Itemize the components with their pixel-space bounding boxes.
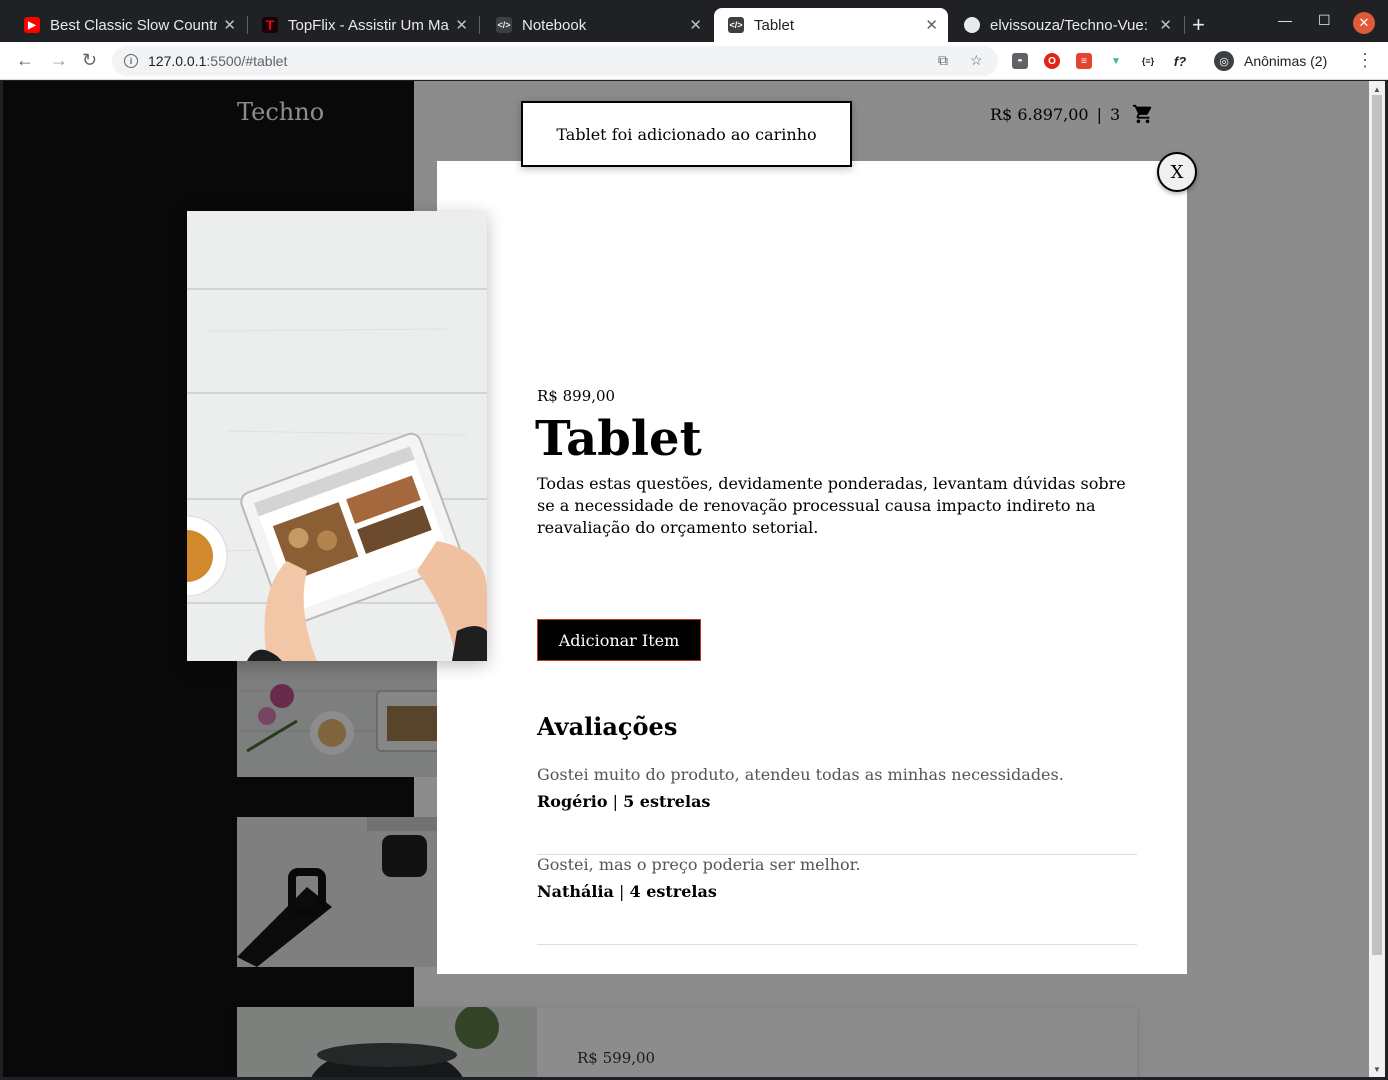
tab-title: Tablet	[754, 16, 795, 34]
site-info-icon[interactable]: i	[124, 54, 138, 68]
topflix-icon: T	[262, 17, 278, 33]
extension-json-icon[interactable]: {≡}	[1140, 53, 1156, 69]
cart-toast-notification: Tablet foi adicionado ao carinho	[521, 101, 852, 167]
review-stars: 4 estrelas	[629, 882, 717, 901]
scroll-down-icon[interactable]: ▼	[1373, 1065, 1381, 1074]
tab-close-icon[interactable]: ✕	[455, 16, 468, 34]
tab-youtube[interactable]: ▶ Best Classic Slow Country ✕	[10, 8, 246, 42]
tab-title: Best Classic Slow Country	[50, 16, 218, 34]
tab-close-icon[interactable]: ✕	[689, 16, 702, 34]
review-text: Gostei, mas o preço poderia ser melhor.	[537, 855, 861, 874]
tab-strip: ▶ Best Classic Slow Country ✕ T TopFlix …	[0, 0, 1388, 42]
extension-opera-icon[interactable]: O	[1044, 53, 1060, 69]
review-item: Gostei muito do produto, atendeu todas a…	[537, 765, 1137, 855]
code-icon: </>	[728, 17, 744, 33]
window-border	[0, 81, 3, 1080]
profile-button[interactable]: ◎ Anônimas (2)	[1208, 47, 1337, 75]
tab-close-icon[interactable]: ✕	[925, 16, 938, 34]
tab-title: TopFlix - Assistir Um Mal	[288, 16, 450, 34]
extension-whatfont-icon[interactable]: f?	[1172, 53, 1188, 69]
url-path: :5500/#tablet	[206, 53, 288, 69]
github-icon	[964, 17, 980, 33]
tab-title: Notebook	[522, 16, 587, 34]
address-bar[interactable]: i 127.0.0.1 :5500/#tablet ⧉ ☆	[112, 46, 998, 76]
review-name: Rogério	[537, 792, 608, 811]
tab-github[interactable]: elvissouza/Techno-Vue: ✕	[950, 8, 1182, 42]
review-name: Nathália	[537, 882, 614, 901]
tab-tablet[interactable]: </> Tablet ✕	[714, 8, 948, 42]
page-scrollbar[interactable]: ▲ ▼	[1369, 81, 1385, 1077]
product-title: Tablet	[535, 411, 702, 467]
modal-close-button[interactable]: X	[1157, 152, 1197, 192]
browser-toolbar: ← → ↻ i 127.0.0.1 :5500/#tablet ⧉ ☆ ◓ O …	[0, 42, 1388, 80]
tab-notebook[interactable]: </> Notebook ✕	[482, 8, 712, 42]
scroll-up-icon[interactable]: ▲	[1373, 85, 1381, 94]
extension-incognito-icon[interactable]: ◓	[1012, 53, 1028, 69]
tab-divider	[1184, 16, 1185, 34]
tab-topflix[interactable]: T TopFlix - Assistir Um Mal ✕	[248, 8, 478, 42]
tab-close-icon[interactable]: ✕	[223, 16, 236, 34]
forward-button[interactable]: →	[50, 50, 68, 71]
new-tab-button[interactable]: +	[1192, 12, 1205, 38]
incognito-icon: ◎	[1214, 51, 1234, 71]
product-image	[187, 211, 487, 661]
reload-button[interactable]: ↻	[82, 50, 97, 71]
extension-todoist-icon[interactable]: ≡	[1076, 53, 1092, 69]
review-text: Gostei muito do produto, atendeu todas a…	[537, 765, 1064, 784]
code-icon: </>	[496, 17, 512, 33]
profile-label: Anônimas (2)	[1244, 53, 1328, 69]
tablet-photo	[187, 211, 487, 661]
youtube-icon: ▶	[24, 17, 40, 33]
add-item-button[interactable]: Adicionar Item	[537, 619, 701, 661]
review-separator: |	[619, 882, 625, 901]
back-button[interactable]: ←	[16, 50, 34, 71]
tab-title: elvissouza/Techno-Vue:	[990, 16, 1148, 34]
tab-divider	[479, 16, 480, 34]
maximize-button[interactable]: ☐	[1318, 12, 1331, 29]
scrollbar-thumb[interactable]	[1372, 95, 1382, 955]
reviews-heading: Avaliações	[537, 712, 678, 741]
tab-close-icon[interactable]: ✕	[1159, 16, 1172, 34]
browser-menu-icon[interactable]: ⋮	[1356, 50, 1374, 71]
translate-icon[interactable]: ⧉	[938, 52, 948, 69]
product-description: Todas estas questões, devidamente ponder…	[537, 474, 1126, 537]
minimize-button[interactable]: —	[1278, 12, 1292, 28]
url-host: 127.0.0.1	[148, 53, 207, 69]
review-author: Rogério | 5 estrelas	[537, 792, 710, 811]
review-item: Gostei, mas o preço poderia ser melhor. …	[537, 855, 1137, 945]
review-stars: 5 estrelas	[623, 792, 711, 811]
product-price: R$ 899,00	[537, 387, 616, 405]
review-separator: |	[612, 792, 618, 811]
bookmark-star-icon[interactable]: ☆	[970, 52, 983, 69]
page-viewport: Techno R$ 6.897,00 | 3 R$ 599,00 X R$ 89…	[3, 81, 1369, 1077]
window-close-button[interactable]: ✕	[1353, 12, 1375, 34]
extension-vue-devtools-icon[interactable]: ▼	[1108, 53, 1124, 69]
review-author: Nathália | 4 estrelas	[537, 882, 717, 901]
